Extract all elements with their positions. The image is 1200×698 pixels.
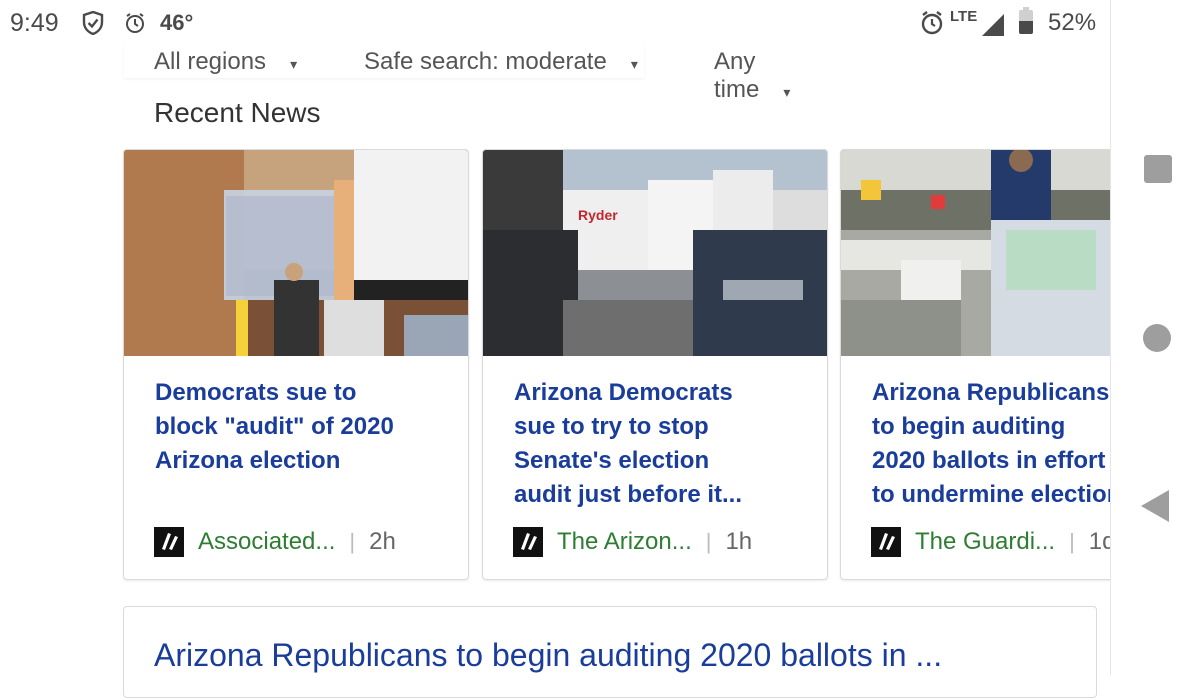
meta-separator: | [349, 529, 356, 554]
source-logo-icon [154, 527, 184, 557]
filter-safesearch[interactable]: Safe search: moderate ▾ [364, 48, 638, 76]
meta-separator: | [1069, 529, 1075, 554]
news-card-age: 2h [369, 528, 396, 555]
news-card-title-line: block "audit" of 2020 [155, 413, 394, 440]
status-battery: 52% [1048, 9, 1097, 36]
shield-check-icon [82, 10, 104, 40]
svg-text:Ryder: Ryder [578, 207, 618, 223]
source-logo-icon [513, 527, 543, 557]
section-title: Recent News [154, 97, 321, 128]
search-result-title[interactable]: Arizona Republicans to begin auditing 20… [154, 637, 942, 674]
news-card-image: Ryder [483, 150, 827, 356]
meta-separator: | [705, 529, 712, 554]
filter-regions-label: All regions [154, 48, 267, 75]
filter-safesearch-label: Safe search: moderate [364, 48, 607, 75]
status-bar: 9:49 46° LTE 52% [0, 0, 1110, 46]
status-network: LTE [950, 8, 978, 25]
alarm-icon [920, 10, 944, 41]
news-card-title[interactable]: Arizona Democrats sue to try to stop Sen… [514, 376, 804, 512]
news-card-title-line: Arizona election [155, 447, 341, 474]
news-card-source[interactable]: The Arizon... [557, 528, 692, 556]
filter-regions[interactable]: All regions ▾ [154, 48, 297, 76]
news-card-title-line: audit just before it... [514, 481, 743, 508]
circle-icon[interactable] [1143, 324, 1171, 352]
search-result-card[interactable]: Arizona Republicans to begin auditing 20… [123, 606, 1097, 698]
filter-time-label: Any time [714, 48, 760, 103]
news-card-meta: Associated... | 2h [154, 526, 396, 558]
chevron-down-icon: ▾ [630, 56, 638, 72]
news-card-title-line: Arizona Democrats [514, 379, 733, 406]
news-card-meta: The Guardi... | 1d [871, 526, 1115, 558]
chevron-down-icon: ▾ [290, 56, 298, 72]
square-icon[interactable] [1144, 155, 1172, 183]
news-card-age: 1h [725, 528, 753, 555]
back-icon[interactable] [1141, 490, 1169, 522]
signal-icon [982, 14, 1004, 36]
news-card-title-line: Democrats sue to [155, 379, 357, 406]
news-card-title[interactable]: Democrats sue to block "audit" of 2020 A… [155, 376, 445, 478]
news-card-source[interactable]: Associated... [198, 528, 335, 556]
filter-time[interactable]: Any time ▾ [714, 48, 790, 104]
clock-icon [124, 12, 146, 39]
chevron-down-icon: ▾ [783, 84, 791, 100]
news-card-image [124, 150, 468, 356]
source-logo-icon [871, 527, 901, 557]
news-card-meta: The Arizon... | 1h [513, 526, 752, 558]
status-temperature: 46° [160, 10, 194, 35]
news-card[interactable]: Ryder Arizona Democrats sue to try to st… [482, 149, 828, 580]
news-card[interactable]: Democrats sue to block "audit" of 2020 A… [123, 149, 469, 580]
news-card-source[interactable]: The Guardi... [915, 528, 1055, 556]
battery-icon [1019, 7, 1033, 34]
news-card-title-line: sue to try to stop [514, 413, 709, 440]
system-nav-bar [1110, 0, 1200, 675]
news-card-title-line: Senate's election [514, 447, 710, 474]
status-time: 9:49 [10, 9, 59, 37]
